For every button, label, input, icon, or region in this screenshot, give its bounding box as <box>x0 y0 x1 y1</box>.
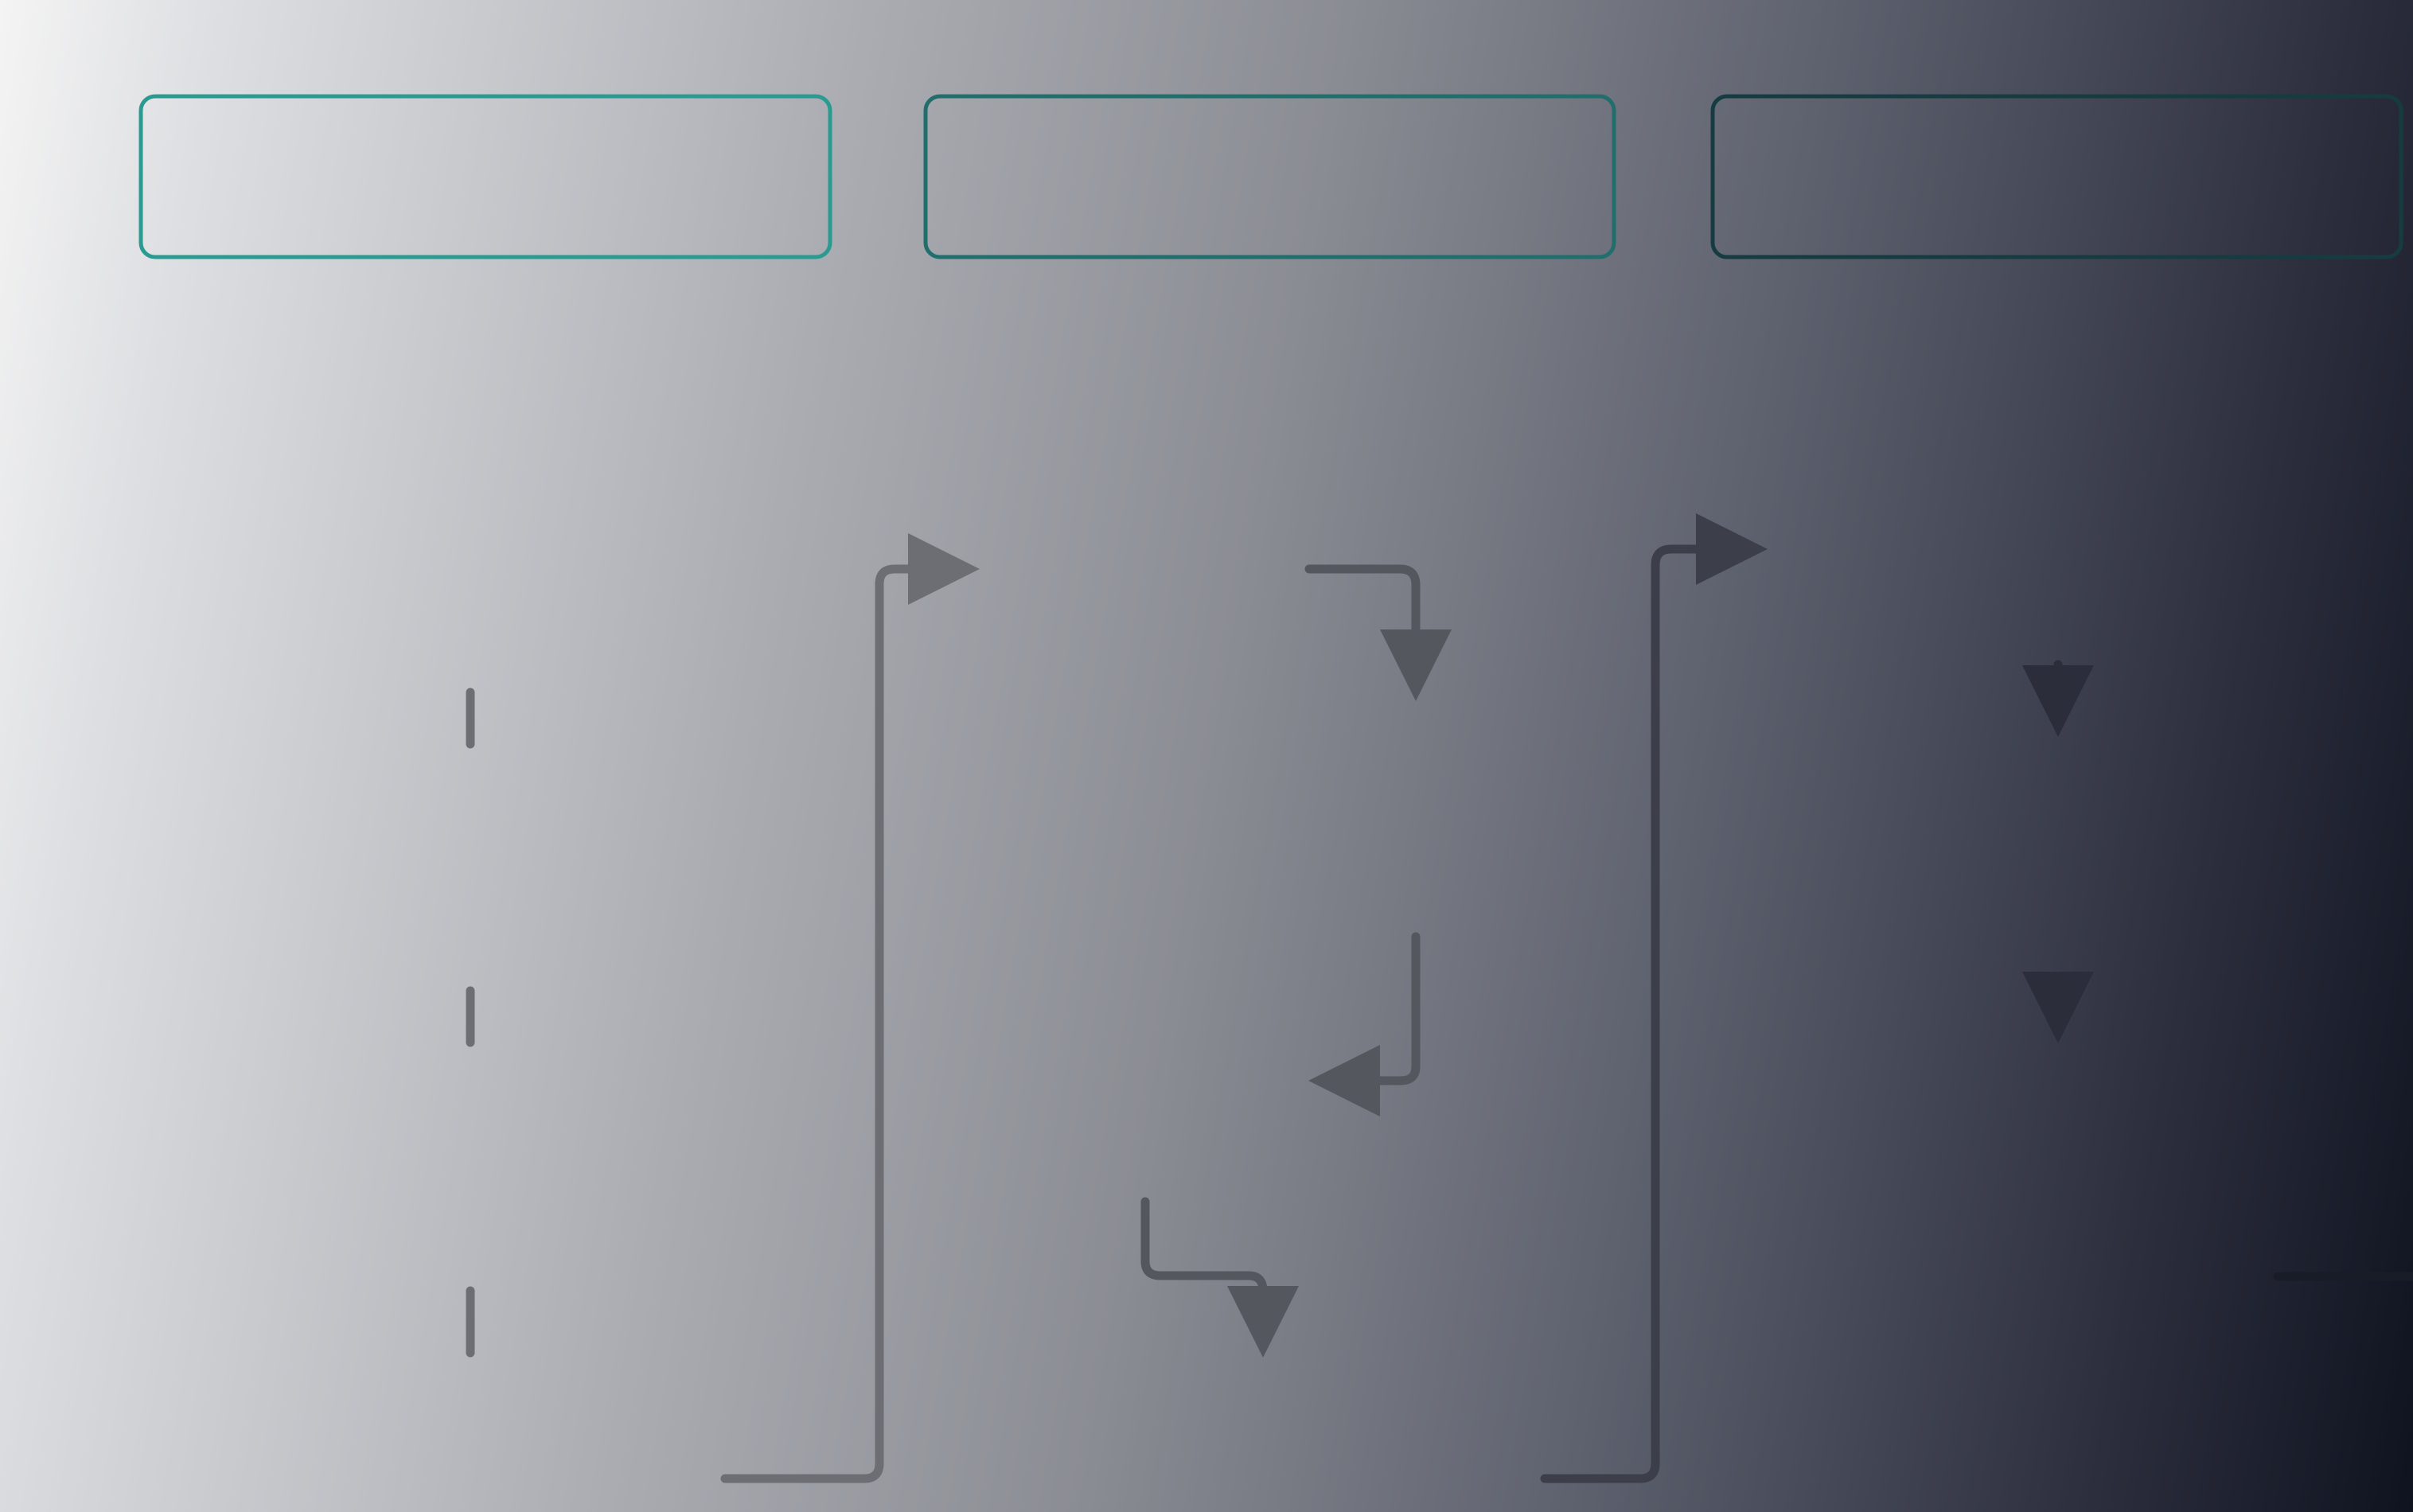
elbow-connector-middle-to-right <box>1540 513 1768 1483</box>
elbow-connector-turn-down <box>1304 564 1452 701</box>
flow-diagram <box>138 94 2413 1483</box>
column-header-box-right <box>1710 94 2403 259</box>
column-header-box-middle <box>923 94 1616 259</box>
column-header-box-left <box>138 94 832 259</box>
elbow-connector-step-down <box>1140 1197 1299 1358</box>
elbow-connector-return-left <box>1308 932 1421 1116</box>
elbow-connector-left-to-middle <box>720 533 980 1483</box>
